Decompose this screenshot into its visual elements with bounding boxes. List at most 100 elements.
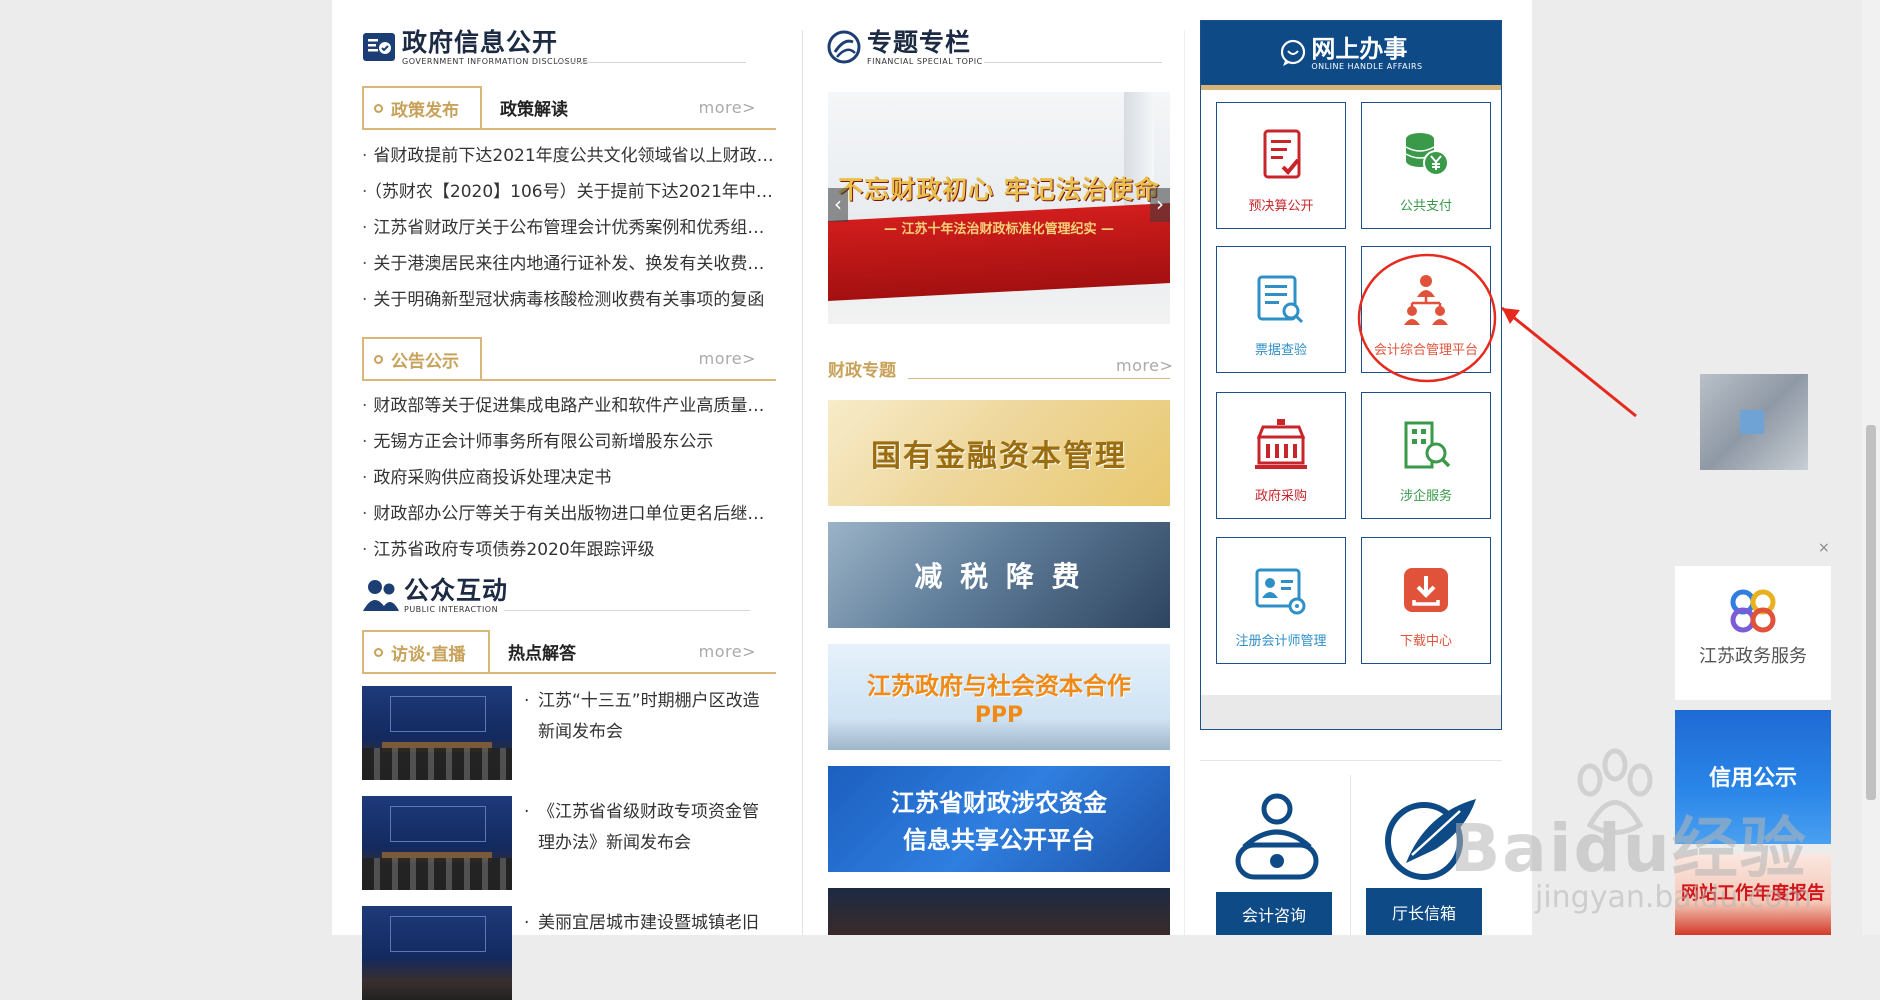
interview-title[interactable]: 美丽宜居城市建设暨城镇老旧 <box>524 908 773 939</box>
list-item[interactable]: 财政部办公厅等关于有关出版物进口单位更名后继… <box>362 496 782 532</box>
globe-icon <box>827 30 861 64</box>
more-link[interactable]: more> <box>699 349 756 368</box>
policy-news-list: 省财政提前下达2021年度公共文化领域省以上财政… （苏财农【2020】106号… <box>362 138 782 318</box>
list-item[interactable]: 江苏省政府专项债券2020年跟踪评级 <box>362 532 782 568</box>
list-item[interactable]: 关于明确新型冠状病毒核酸检测收费有关事项的复函 <box>362 282 782 318</box>
public-title: 公众互动 <box>404 576 509 605</box>
dot-icon <box>374 354 383 364</box>
jiangsu-gov-logo-icon <box>1730 589 1776 633</box>
more-link[interactable]: more> <box>1116 356 1173 375</box>
public-subtitle: PUBLIC INTERACTION <box>404 605 499 614</box>
tab-policy-interpret[interactable]: 政策解读 <box>500 86 568 128</box>
finance-topic-label: 财政专题 <box>828 361 896 381</box>
banner-agri-funds[interactable]: 江苏省财政涉农资金 信息共享公开平台 <box>828 766 1170 872</box>
service-label: 下载中心 <box>1399 634 1452 649</box>
people-icon <box>363 580 399 611</box>
tab-interview[interactable]: 访谈·直播 <box>362 630 490 672</box>
screen-shape <box>390 806 486 842</box>
column-divider <box>802 30 803 935</box>
services-footer <box>1201 695 1501 729</box>
interview-title[interactable]: 《江苏省省级财政专项资金管理办法》新闻发布会 <box>524 797 773 859</box>
page-content: 政府信息公开 GOVERNMENT INFORMATION DISCLOSURE… <box>332 0 1637 1000</box>
more-link[interactable]: more> <box>699 98 756 117</box>
banner-ppp-title: 江苏政府与社会资本合作 <box>867 672 1131 700</box>
scrollbar[interactable] <box>1862 0 1880 935</box>
gov-info-title: 政府信息公开 <box>402 28 559 57</box>
carousel-prev-button[interactable]: ‹ <box>828 188 848 222</box>
notice-tabs: 公告公示 more> <box>362 337 776 381</box>
screen-shape <box>390 916 486 952</box>
service-gov-procurement[interactable]: 政府采购 <box>1216 392 1346 519</box>
banner-financial-capital[interactable]: 国有金融资本管理 <box>828 400 1170 506</box>
consult-person-icon <box>1235 793 1319 880</box>
divider <box>504 610 750 611</box>
list-item[interactable]: 关于港澳居民来往内地通行证补发、换发有关收费… <box>362 246 782 282</box>
tab-hot-answers[interactable]: 热点解答 <box>508 630 576 672</box>
gov-service-card[interactable]: 江苏政务服务 <box>1675 566 1831 700</box>
credit-label: 信用公示 <box>1708 766 1797 791</box>
list-item[interactable]: （苏财农【2020】106号）关于提前下达2021年中… <box>362 174 782 210</box>
close-icon[interactable]: × <box>1818 540 1830 556</box>
credit-public-card[interactable]: 信用公示 <box>1675 710 1831 844</box>
online-services-header: 网上办事 ONLINE HANDLE AFFAIRS <box>1201 21 1501 90</box>
download-icon <box>1404 568 1448 612</box>
service-download-center[interactable]: 下载中心 <box>1361 537 1491 664</box>
service-label: 预决算公开 <box>1248 199 1314 214</box>
service-label: 票据查验 <box>1254 343 1307 358</box>
people-shape <box>362 858 512 890</box>
topic-subtitle: FINANCIAL SPECIAL TOPIC <box>867 57 983 66</box>
list-item[interactable]: 政府采购供应商投诉处理决定书 <box>362 460 782 496</box>
banner-ppp-sub: PPP <box>974 703 1024 728</box>
tab-policy-release[interactable]: 政策发布 <box>362 86 482 128</box>
gov-info-tabs: 政策发布 政策解读 more> <box>362 86 776 130</box>
divider <box>1200 760 1502 761</box>
service-cpa-management[interactable]: 注册会计师管理 <box>1216 537 1346 664</box>
banner-agri-title: 江苏省财政涉农资金 <box>891 789 1107 817</box>
topic-carousel[interactable]: 不忘财政初心 牢记法治使命 — 江苏十年法治财政标准化管理纪实 — ‹ › <box>828 92 1170 324</box>
interview-thumbnail[interactable] <box>362 906 512 1000</box>
interview-thumbnail[interactable] <box>362 686 512 780</box>
list-item[interactable]: 无锡方正会计师事务所有限公司新增股东公示 <box>362 424 782 460</box>
dot-icon <box>374 103 383 113</box>
director-mailbox-button[interactable]: 厅长信箱 <box>1366 888 1482 935</box>
online-services-subtitle: ONLINE HANDLE AFFAIRS <box>1311 61 1423 71</box>
notice-news-list: 财政部等关于促进集成电路产业和软件产业高质量… 无锡方正会计师事务所有限公司新增… <box>362 388 782 568</box>
banner-partial[interactable] <box>828 888 1170 935</box>
service-label: 公共支付 <box>1399 199 1452 214</box>
banner-tax-reduction[interactable]: 减 税 降 费 <box>828 522 1170 628</box>
mailbox-quill-icon <box>1385 799 1476 880</box>
qr-center-shape <box>1740 410 1764 434</box>
screen-shape <box>390 696 486 732</box>
dot-icon <box>374 647 383 657</box>
carousel-next-button[interactable]: › <box>1150 188 1170 222</box>
service-label: 涉企服务 <box>1399 489 1452 504</box>
divider <box>984 62 1162 63</box>
list-item[interactable]: 省财政提前下达2021年度公共文化领域省以上财政… <box>362 138 782 174</box>
banner-ppp[interactable]: 江苏政府与社会资本合作 PPP <box>828 644 1170 750</box>
interview-thumbnail[interactable] <box>362 796 512 890</box>
interview-title[interactable]: 江苏“十三五”时期棚户区改造新闻发布会 <box>524 686 773 748</box>
annual-report-card[interactable]: 网站工作年度报告 <box>1675 854 1831 935</box>
paw-logo-icon <box>1577 748 1653 835</box>
topic-title: 专题专栏 <box>867 28 972 57</box>
more-link[interactable]: more> <box>699 642 756 661</box>
service-label: 政府采购 <box>1254 489 1307 504</box>
accounting-consult-button[interactable]: 会计咨询 <box>1216 892 1332 935</box>
divider <box>908 378 1170 379</box>
divider <box>556 62 746 63</box>
public-tabs: 访谈·直播 热点解答 more> <box>362 630 776 674</box>
annotation-circle-arrow <box>1357 253 1637 418</box>
scrollbar-thumb[interactable] <box>1866 425 1876 800</box>
service-label: 注册会计师管理 <box>1235 634 1327 649</box>
service-public-payment[interactable]: 公共支付 <box>1361 102 1491 229</box>
list-item[interactable]: 江苏省财政厅关于公布管理会计优秀案例和优秀组… <box>362 210 782 246</box>
budget-document-icon <box>1263 129 1301 179</box>
tab-notices[interactable]: 公告公示 <box>362 337 482 379</box>
service-budget-disclosure[interactable]: 预决算公开 <box>1216 102 1346 229</box>
list-item[interactable]: 财政部等关于促进集成电路产业和软件产业高质量… <box>362 388 782 424</box>
tab-label: 政策发布 <box>391 100 459 121</box>
column-divider <box>1184 30 1185 935</box>
carousel-headline: 不忘财政初心 牢记法治使命 <box>838 175 1160 204</box>
government-building-icon <box>1255 419 1307 469</box>
service-invoice-verify[interactable]: 票据查验 <box>1216 246 1346 373</box>
